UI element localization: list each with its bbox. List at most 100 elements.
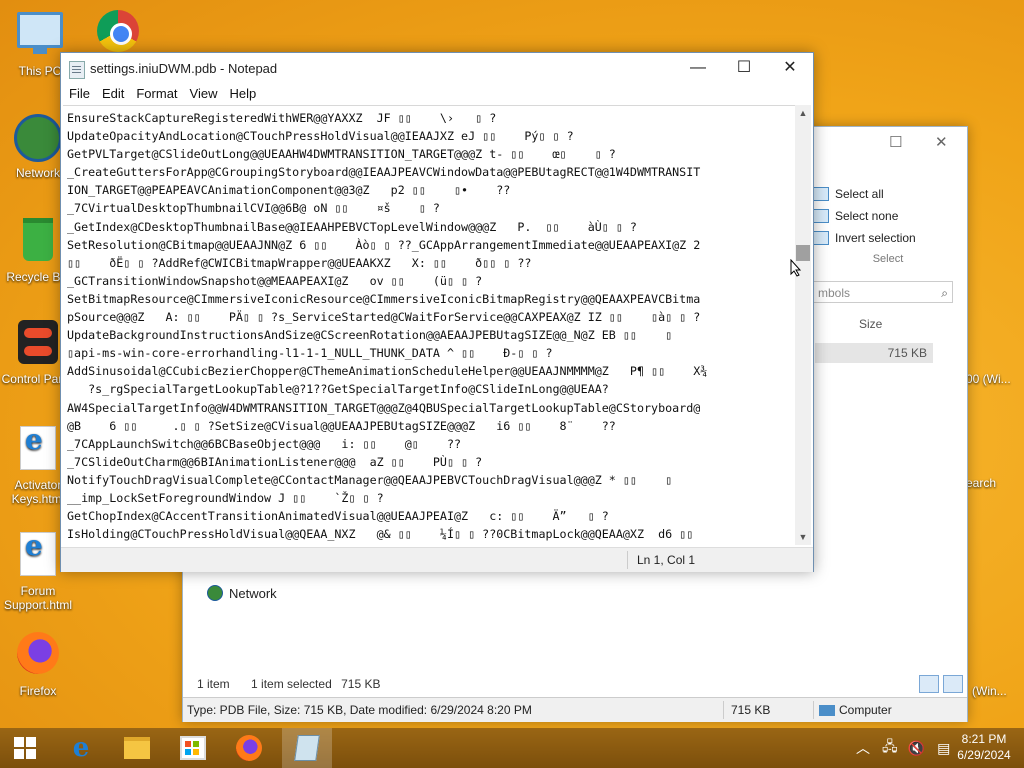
start-button[interactable] [0, 728, 50, 768]
desktop-icon-label: Firefox [19, 684, 57, 698]
editor-line[interactable]: GetChopIndex@CAccentTransitionAnimatedVi… [67, 507, 791, 525]
clock-date: 6/29/2024 [957, 748, 1011, 762]
menu-format[interactable]: Format [130, 85, 183, 105]
status-selected-size: 715 KB [341, 677, 381, 691]
text-editor-area[interactable]: EnsureStackCaptureRegisteredWithWER@@YAX… [63, 105, 795, 546]
invert-selection-button[interactable]: Invert selection [813, 227, 963, 249]
show-hidden-icons-chevron-icon[interactable]: ︿ [856, 738, 870, 758]
desktop-icon-fragment[interactable]: (Win... [972, 684, 1007, 698]
firefox-icon [14, 632, 62, 680]
ie-file-icon: e [14, 532, 62, 580]
editor-line[interactable]: ?s_rgSpecialTargetLookupTable@?1??GetSpe… [67, 380, 791, 398]
computer-location: Computer [819, 698, 892, 722]
taskbar-clock[interactable]: 8:21 PM 6/29/2024 [946, 731, 1022, 763]
vertical-scrollbar[interactable]: ▲ ▼ [795, 105, 811, 545]
explorer-status-bar: 1 item 1 item selected 715 KB [197, 677, 398, 691]
editor-line[interactable]: _7CAppLaunchSwitch@@6BCBaseObject@@@ i: … [67, 435, 791, 453]
select-all-button[interactable]: Select all [813, 183, 963, 205]
network-icon [207, 585, 223, 601]
close-button[interactable]: ✕ [767, 53, 813, 83]
notepad-status-bar: Ln 1, Col 1 [61, 547, 813, 572]
recycle-bin-icon [14, 218, 62, 266]
computer-icon [819, 705, 835, 717]
internet-explorer-icon: e [72, 733, 90, 763]
notepad-icon [294, 735, 320, 761]
editor-line[interactable]: __imp_LockSetForegroundWindow J ▯▯ `Ž▯ ▯… [67, 489, 791, 507]
menu-help[interactable]: Help [223, 85, 262, 105]
file-details-text: Type: PDB File, Size: 715 KB, Date modif… [187, 703, 532, 717]
notepad-titlebar[interactable]: settings.iniuDWM.pdb - Notepad — ☐ ✕ [61, 53, 813, 85]
editor-line[interactable]: IsHolding@CTouchPressHoldVisual@@QEAA_NX… [67, 525, 791, 543]
editor-line[interactable]: _GCTransitionWindowSnapshot@@MEAAPEAXI@Z… [67, 272, 791, 290]
editor-line[interactable]: AW4SpecialTargetInfo@@W4DWMTRANSITION_TA… [67, 399, 791, 417]
editor-line[interactable]: _7CVirtualDesktopThumbnailCVI@@6B@ oN ▯▯… [67, 199, 791, 217]
menu-edit[interactable]: Edit [96, 85, 130, 105]
network-status-icon[interactable]: 🖧 [882, 736, 898, 760]
firefox-icon [236, 735, 262, 761]
select-none-icon [813, 209, 829, 223]
select-none-button[interactable]: Select none [813, 205, 963, 227]
search-input[interactable]: mbols ⌕ [813, 281, 953, 303]
system-tray: ︿ 🖧 🔇 ▤ [856, 728, 950, 768]
editor-line[interactable]: ▯api-ms-win-core-errorhandling-l1-1-1_NU… [67, 344, 791, 362]
ie-file-icon: e [14, 426, 62, 474]
cursor-position: Ln 1, Col 1 [637, 553, 696, 567]
scroll-down-arrow-icon[interactable]: ▼ [795, 529, 811, 545]
editor-line[interactable]: _CreateGuttersForApp@CGroupingStoryboard… [67, 163, 791, 181]
network-icon [14, 114, 62, 162]
maximize-button[interactable]: ☐ [721, 53, 767, 83]
desktop-icon-label: Forum Support.html [3, 584, 73, 612]
taskbar-store[interactable] [168, 728, 218, 768]
volume-muted-icon[interactable]: 🔇 [908, 740, 925, 757]
taskbar-notepad[interactable] [282, 728, 332, 768]
large-icons-view-button[interactable] [943, 675, 963, 693]
ribbon-select-group: Select all Select none Invert selection … [813, 183, 963, 271]
editor-line[interactable]: UpdateOpacityAndLocation@CTouchPressHold… [67, 127, 791, 145]
desktop-icon-fragment[interactable]: 00 (Wi... [966, 372, 1011, 386]
clock-time: 8:21 PM [961, 732, 1007, 746]
divider [723, 701, 724, 719]
chrome-icon [94, 10, 142, 58]
nav-pane-network[interactable]: Network [207, 585, 277, 601]
folder-icon [124, 737, 150, 759]
editor-line[interactable]: ▯▯ ðË▯ ▯ ?AddRef@CWICBitmapWrapper@@UEAA… [67, 254, 791, 272]
editor-line[interactable]: @B 6 ▯▯ .▯ ▯ ?SetSize@CVisual@@UEAAJPEBU… [67, 417, 791, 435]
windows-logo-icon [14, 737, 36, 759]
editor-line[interactable]: ION_TARGET@@PEAPEAVCAnimationComponent@@… [67, 181, 791, 199]
editor-line[interactable]: UpdateBackgroundInstructionsAndSize@CScr… [67, 326, 791, 344]
editor-line[interactable]: _7CSlideOutCharm@@6BIAnimationListener@@… [67, 453, 791, 471]
menu-bar: File Edit Format View Help [61, 85, 813, 105]
editor-line[interactable]: EnsureStackCaptureRegisteredWithWER@@YAX… [67, 109, 791, 127]
editor-line[interactable]: SetBitmapResource@CImmersiveIconicResour… [67, 290, 791, 308]
monitor-icon [16, 12, 64, 60]
file-size-text: 715 KB [731, 703, 771, 717]
menu-view[interactable]: View [184, 85, 224, 105]
menu-file[interactable]: File [63, 85, 96, 105]
column-header-size[interactable]: Size [859, 317, 882, 331]
desktop-icon-firefox[interactable]: Firefox [0, 630, 76, 698]
status-item-count: 1 item [197, 677, 230, 691]
minimize-button[interactable]: — [675, 53, 721, 83]
scroll-up-arrow-icon[interactable]: ▲ [795, 105, 811, 121]
editor-text[interactable]: EnsureStackCaptureRegisteredWithWER@@YAX… [63, 106, 795, 546]
status-selected-count: 1 item selected [251, 677, 332, 691]
explorer-maximize-button[interactable]: ☐ [889, 133, 902, 151]
taskbar-internet-explorer[interactable]: e [56, 728, 106, 768]
desktop-icon-fragment[interactable]: earch [966, 476, 996, 490]
explorer-close-button[interactable]: ✕ [935, 133, 948, 151]
editor-line[interactable]: SetResolution@CBitmap@@UEAAJNN@Z 6 ▯▯ Àò… [67, 236, 791, 254]
view-mode-buttons [919, 675, 963, 693]
notepad-window[interactable]: settings.iniuDWM.pdb - Notepad — ☐ ✕ Fil… [60, 52, 814, 572]
details-view-button[interactable] [919, 675, 939, 693]
editor-line[interactable]: GetPVLTarget@CSlideOutLong@@UEAAHW4DWMTR… [67, 145, 791, 163]
taskbar-file-explorer[interactable] [112, 728, 162, 768]
editor-line[interactable]: NotifyTouchDragVisualComplete@CContactMa… [67, 471, 791, 489]
editor-line[interactable]: AddSinusoidal@CCubicBezierChopper@CTheme… [67, 362, 791, 380]
divider [813, 701, 814, 719]
search-icon: ⌕ [941, 286, 948, 300]
selected-file-row[interactable]: 715 KB [815, 343, 933, 363]
ribbon-group-label: Select [872, 253, 904, 265]
editor-line[interactable]: _GetIndex@CDesktopThumbnailBase@@IEAAHPE… [67, 218, 791, 236]
taskbar-firefox[interactable] [224, 728, 274, 768]
editor-line[interactable]: pSource@@@Z A: ▯▯ PÄ▯ ▯ ?s_ServiceStarte… [67, 308, 791, 326]
